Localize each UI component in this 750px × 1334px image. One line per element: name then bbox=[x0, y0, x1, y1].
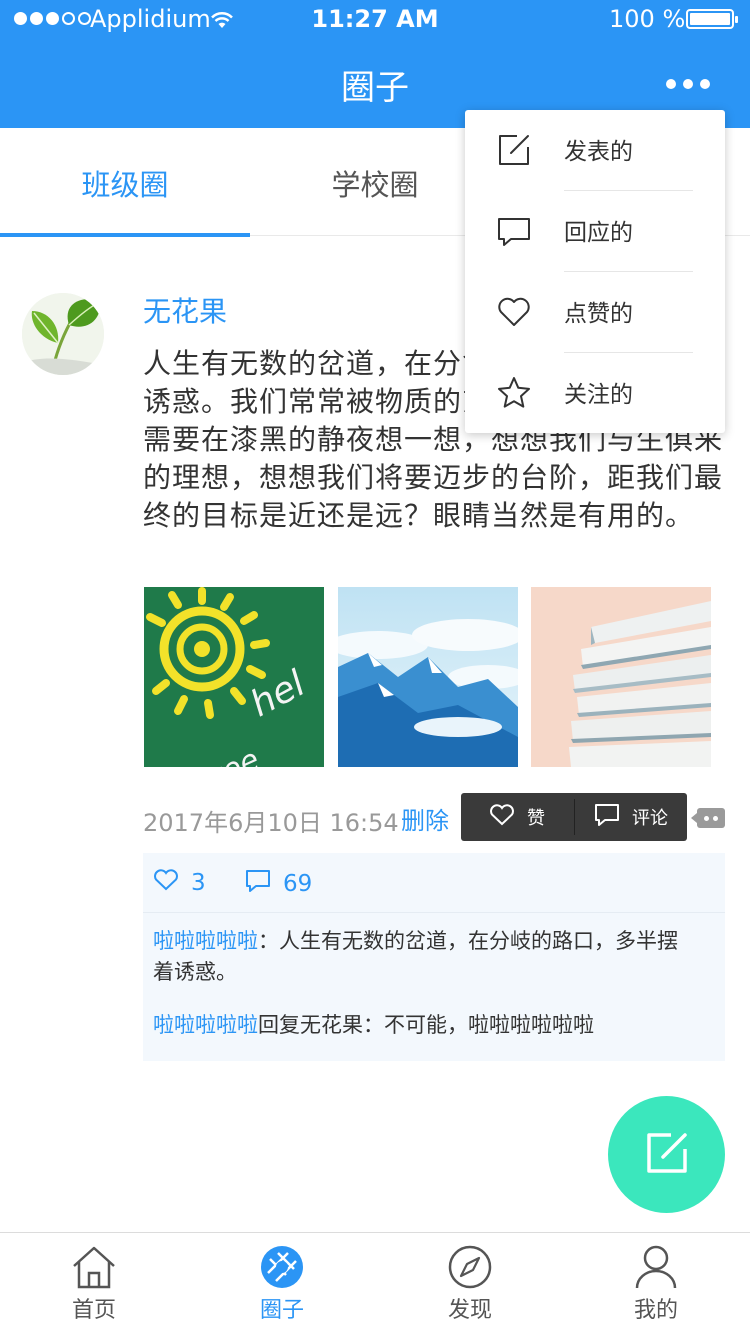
battery-percent: 100 % bbox=[609, 5, 686, 33]
tabbar-circle[interactable]: 圈子 bbox=[188, 1233, 376, 1334]
heart-icon bbox=[489, 803, 515, 831]
post-interactions: 3 69 啦啦啦啦啦：人生有无数的岔道，在分岐的路口，多半摆着诱惑。 啦啦啦啦啦… bbox=[143, 853, 725, 1061]
comment-toggle-icon[interactable] bbox=[691, 808, 725, 828]
tabbar-home-label: 首页 bbox=[71, 1298, 116, 1323]
top-bar: Applidium 11:27 AM 100 % 圈子 bbox=[0, 0, 750, 128]
menu-item-liked[interactable]: 点赞的 bbox=[465, 272, 725, 353]
post-image-mountains[interactable] bbox=[338, 587, 518, 767]
home-icon bbox=[72, 1245, 116, 1289]
post-timestamp: 2017年6月10日 16:54 bbox=[143, 809, 399, 837]
heart-icon bbox=[497, 295, 531, 329]
post-image-hello-chalkboard[interactable]: hel zee bbox=[144, 587, 324, 767]
post-author-name[interactable]: 无花果 bbox=[143, 290, 227, 330]
compose-post-button[interactable] bbox=[608, 1096, 725, 1213]
more-dropdown-menu: 发表的 回应的 点赞的 关注的 bbox=[465, 110, 725, 433]
like-action-button[interactable]: 赞 bbox=[489, 793, 545, 841]
menu-item-label: 点赞的 bbox=[564, 301, 633, 327]
like-count[interactable]: 3 bbox=[153, 869, 206, 897]
circle-aperture-icon bbox=[260, 1245, 304, 1289]
menu-item-followed[interactable]: 关注的 bbox=[465, 353, 725, 434]
reply-user[interactable]: 啦啦啦啦啦 bbox=[153, 929, 258, 953]
delete-post-link[interactable]: 删除 bbox=[401, 801, 449, 836]
comment-icon bbox=[594, 803, 620, 832]
reply-item[interactable]: 啦啦啦啦啦回复无花果：不可能，啦啦啦啦啦啦 bbox=[153, 1010, 693, 1041]
reply-item[interactable]: 啦啦啦啦啦：人生有无数的岔道，在分岐的路口，多半摆着诱惑。 bbox=[153, 926, 693, 988]
bottom-tab-bar: 首页 圈子 发现 我的 bbox=[0, 1232, 750, 1334]
action-divider bbox=[574, 799, 575, 835]
menu-item-label: 关注的 bbox=[564, 382, 633, 408]
tabbar-me[interactable]: 我的 bbox=[562, 1233, 750, 1334]
reply-user[interactable]: 啦啦啦啦啦 bbox=[153, 1013, 258, 1037]
post-image-books[interactable] bbox=[531, 587, 711, 767]
menu-item-label: 回应的 bbox=[564, 220, 633, 246]
more-menu-button[interactable] bbox=[660, 70, 716, 98]
like-action-label: 赞 bbox=[527, 808, 545, 829]
edit-icon bbox=[645, 1131, 689, 1179]
status-bar: Applidium 11:27 AM 100 % bbox=[0, 0, 750, 40]
compass-icon bbox=[448, 1245, 492, 1289]
tabbar-home[interactable]: 首页 bbox=[0, 1233, 188, 1334]
comment-icon bbox=[245, 869, 271, 899]
menu-item-responded[interactable]: 回应的 bbox=[465, 191, 725, 272]
like-comment-popup: 赞 评论 bbox=[461, 793, 687, 841]
comment-count[interactable]: 69 bbox=[245, 869, 312, 899]
tab-class-circle[interactable]: 班级圈 bbox=[0, 138, 250, 237]
comment-action-button[interactable]: 评论 bbox=[594, 793, 668, 841]
tabbar-circle-label: 圈子 bbox=[259, 1298, 304, 1323]
comment-icon bbox=[497, 214, 531, 248]
post-stats: 3 69 bbox=[143, 853, 725, 913]
star-icon bbox=[497, 376, 531, 410]
tabbar-discover-label: 发现 bbox=[447, 1298, 492, 1323]
reply-text: 不可能，啦啦啦啦啦啦 bbox=[384, 1013, 594, 1037]
menu-item-published[interactable]: 发表的 bbox=[465, 110, 725, 191]
comment-action-label: 评论 bbox=[632, 808, 668, 829]
page-title: 圈子 bbox=[341, 68, 409, 108]
tabbar-me-label: 我的 bbox=[633, 1298, 678, 1323]
battery-icon bbox=[686, 9, 738, 29]
menu-item-label: 发表的 bbox=[564, 139, 633, 165]
author-avatar[interactable] bbox=[22, 293, 104, 375]
tabbar-discover[interactable]: 发现 bbox=[376, 1233, 564, 1334]
user-icon bbox=[634, 1245, 678, 1289]
edit-icon bbox=[497, 133, 531, 167]
tab-school-circle[interactable]: 学校圈 bbox=[250, 138, 500, 236]
heart-icon bbox=[153, 869, 179, 897]
